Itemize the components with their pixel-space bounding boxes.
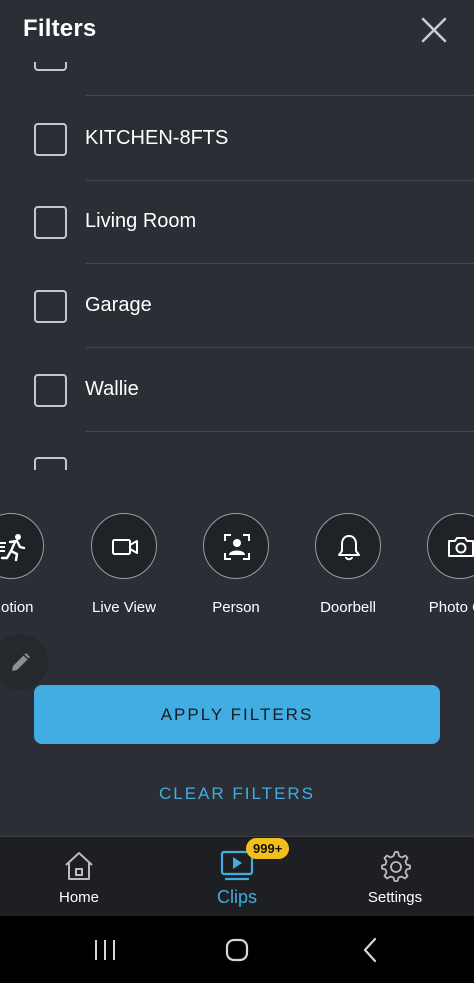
nav-item-settings[interactable]: Settings [316, 837, 474, 917]
back-button[interactable] [356, 936, 386, 964]
event-filter-label: Motion [0, 599, 34, 616]
event-filter-label: Photo Ca [428, 599, 474, 616]
home-system-button[interactable] [222, 936, 252, 964]
nav-item-clips[interactable]: Clips [158, 837, 316, 917]
recent-apps-button[interactable] [90, 936, 120, 964]
event-filter-label: Doorbell [320, 599, 376, 616]
event-filter-live-view[interactable]: Live View [69, 513, 179, 623]
event-filter-person-button[interactable] [203, 513, 269, 579]
camera-checkbox[interactable] [34, 123, 67, 156]
row-divider [86, 95, 474, 96]
nav-label: Clips [216, 887, 257, 907]
bottom-navigation: Home Clips Settings 999+ [0, 836, 474, 916]
photo-camera-icon [448, 537, 474, 557]
close-icon [421, 17, 447, 43]
event-type-strip[interactable]: Motion Live View Person [0, 513, 474, 623]
edit-button[interactable] [0, 634, 48, 690]
close-button[interactable] [418, 14, 450, 46]
person-icon [224, 534, 250, 560]
nav-label: Settings [367, 889, 423, 906]
system-navigation-bar [0, 916, 474, 983]
event-filter-motion-button[interactable] [0, 513, 44, 579]
event-filter-motion[interactable]: Motion [0, 513, 66, 623]
event-filter-label: Live View [92, 599, 156, 616]
camera-label: Living Room [85, 210, 197, 232]
recent-apps-icon [95, 940, 115, 960]
event-filter-photo-capture[interactable]: Photo Ca [405, 513, 474, 623]
camera-row-kitchen[interactable]: KITCHEN-8FTS [0, 97, 474, 181]
motion-icon [0, 534, 26, 562]
gear-icon [381, 851, 411, 882]
camera-checkbox[interactable] [34, 206, 67, 239]
camera-checkbox[interactable] [34, 374, 67, 407]
filters-header: Filters [0, 0, 474, 62]
event-filter-label: Person [212, 599, 260, 616]
nav-label: Home [58, 889, 99, 906]
bell-icon [338, 535, 360, 561]
camera-label: Garage [85, 294, 152, 316]
video-camera-icon [112, 539, 138, 555]
page-title: Filters [23, 15, 97, 42]
camera-row-wallie[interactable]: Wallie [0, 348, 474, 432]
camera-checkbox[interactable] [34, 457, 67, 470]
pencil-icon [12, 653, 30, 671]
event-filter-person[interactable]: Person [181, 513, 291, 623]
event-filter-doorbell[interactable]: Doorbell [293, 513, 403, 623]
camera-label: Wallie [85, 378, 139, 400]
camera-checkbox[interactable] [34, 62, 67, 71]
clear-filters-button[interactable]: CLEAR FILTERS [0, 784, 474, 812]
filters-screen: Filters KITCHEN-8FTS Living Room Garage [0, 0, 474, 983]
event-filter-doorbell-button[interactable] [315, 513, 381, 579]
camera-row-garage[interactable]: Garage [0, 264, 474, 348]
home-icon [65, 852, 93, 880]
event-filter-photo-capture-button[interactable] [427, 513, 474, 579]
event-filter-live-view-button[interactable] [91, 513, 157, 579]
home-circle-icon [225, 938, 249, 962]
back-chevron-icon [363, 937, 377, 963]
clips-count-badge: 999+ [246, 838, 290, 859]
camera-label: KITCHEN-8FTS [85, 127, 229, 149]
apply-filters-button[interactable]: APPLY FILTERS [34, 685, 440, 744]
camera-row-living-room[interactable]: Living Room [0, 180, 474, 264]
camera-checkbox[interactable] [34, 290, 67, 323]
camera-list[interactable]: KITCHEN-8FTS Living Room Garage Wallie [0, 62, 474, 470]
nav-item-home[interactable]: Home [0, 837, 158, 917]
camera-row-partial-bottom[interactable] [0, 431, 474, 470]
camera-row-partial-top[interactable] [0, 62, 474, 96]
